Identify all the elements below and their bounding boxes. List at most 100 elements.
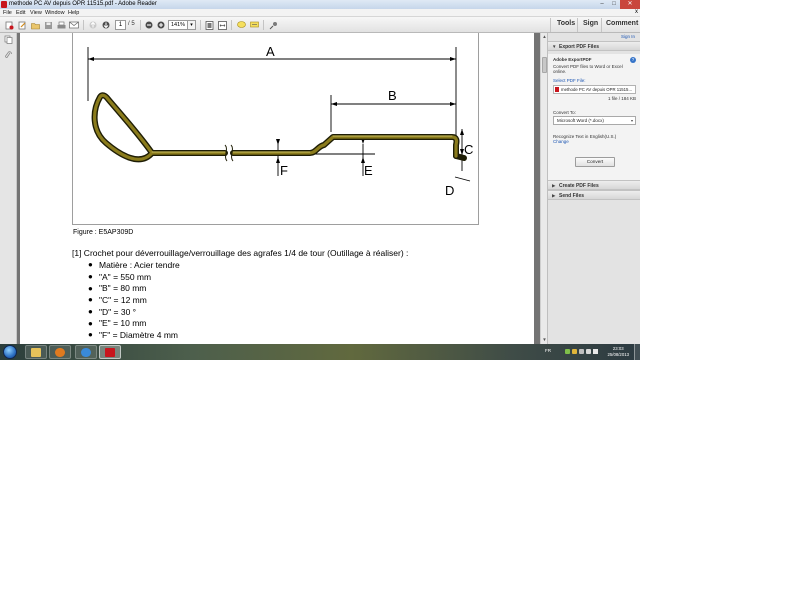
adobe-reader-taskbar-button[interactable] <box>99 345 121 359</box>
menu-edit[interactable]: Edit <box>16 10 25 16</box>
language-indicator[interactable]: FR <box>545 348 551 353</box>
menu-file[interactable]: File <box>3 10 12 16</box>
menu-window[interactable]: Window <box>45 10 65 16</box>
minimize-button[interactable]: – <box>596 0 608 9</box>
document-viewport[interactable]: A B C D E F Figure : E5AP309D [1] Croche… <box>17 33 540 344</box>
system-tray: FR 23:03 25/08/2013 <box>540 344 640 360</box>
media-player-icon <box>55 347 65 357</box>
sign-in-link[interactable]: Sign In <box>621 34 635 39</box>
label-f: F <box>280 163 288 178</box>
close-button[interactable]: ✕ <box>620 0 640 9</box>
window-title: methode PC AV depuis OPR 11515.pdf - Ado… <box>9 1 157 7</box>
comment-icon[interactable] <box>236 20 246 30</box>
menu-view[interactable]: View <box>30 10 42 16</box>
volume-icon[interactable] <box>593 349 598 354</box>
page-thumbnails-icon[interactable] <box>3 35 13 45</box>
zoom-in-icon[interactable] <box>156 20 166 30</box>
figure-caption: Figure : E5AP309D <box>73 229 134 236</box>
title-bar: methode PC AV depuis OPR 11515.pdf - Ado… <box>0 0 640 9</box>
maximize-button[interactable]: □ <box>608 0 620 9</box>
change-language-link[interactable]: Change <box>553 139 569 144</box>
email-icon[interactable] <box>69 20 79 30</box>
toolbar-separator <box>200 20 201 30</box>
close-document-icon[interactable]: x <box>635 9 638 15</box>
menu-help[interactable]: Help <box>68 10 79 16</box>
tab-tools[interactable]: Tools <box>557 20 575 27</box>
adobe-reader-icon <box>1 1 7 8</box>
open-folder-icon[interactable] <box>30 20 40 30</box>
toolbar-separator <box>263 20 264 30</box>
highlight-icon[interactable] <box>249 20 259 30</box>
spec-list: ● Matière : Acier tendre ● "A" = 550 mm ● "… <box>88 259 180 341</box>
export-pdf-header[interactable]: ▼ Export PDF Files <box>548 41 640 51</box>
label-a: A <box>266 44 275 59</box>
edit-icon[interactable] <box>17 20 27 30</box>
vertical-scrollbar[interactable]: ▲ ▼ <box>540 33 547 344</box>
browser-taskbar-button[interactable] <box>75 345 97 359</box>
collapsed-triangle-icon: ▶ <box>552 183 556 188</box>
pdf-file-icon <box>555 87 559 92</box>
browser-icon <box>81 347 91 357</box>
label-b: B <box>388 88 397 103</box>
tab-sign[interactable]: Sign <box>583 20 598 27</box>
selected-file-field[interactable]: methode PC AV depuis OPR 11515... <box>553 85 636 94</box>
create-pdf-header[interactable]: ▶ Create PDF Files <box>548 180 640 190</box>
create-pdf-icon[interactable] <box>4 20 14 30</box>
zoom-out-icon[interactable] <box>144 20 154 30</box>
explorer-taskbar-button[interactable] <box>25 345 47 359</box>
start-button[interactable] <box>3 345 17 359</box>
folder-icon <box>31 347 41 357</box>
chevron-down-icon: ▾ <box>630 118 633 123</box>
help-icon[interactable]: ? <box>630 57 636 63</box>
navigation-pane <box>0 33 17 344</box>
save-icon[interactable] <box>43 20 53 30</box>
device-icon[interactable] <box>579 349 584 354</box>
network-icon[interactable] <box>565 349 570 354</box>
clock[interactable]: 23:03 25/08/2013 <box>607 346 629 358</box>
fit-page-icon[interactable] <box>204 20 214 30</box>
toolbar-separator <box>577 18 578 32</box>
list-item: ● "A" = 550 mm <box>88 271 152 282</box>
next-page-icon[interactable] <box>101 20 111 30</box>
share-icon[interactable] <box>268 20 278 30</box>
window-controls: – □ ✕ <box>596 0 640 9</box>
list-item: ● "C" = 12 mm <box>88 294 147 305</box>
label-e: E <box>364 163 373 178</box>
toolbar-separator <box>231 20 232 30</box>
security-icon[interactable] <box>572 349 577 354</box>
export-description-2: online. <box>553 69 567 74</box>
battery-icon[interactable] <box>586 349 591 354</box>
format-select[interactable]: Microsoft Word (*.docx) ▾ <box>553 116 636 125</box>
break-marks <box>224 144 234 162</box>
list-item: ● "B" = 80 mm <box>88 283 147 294</box>
clock-date: 25/08/2013 <box>607 352 629 357</box>
toolbar: 1 / 5 141% ▾ Tools Sign Comment <box>0 17 640 33</box>
zoom-level-field[interactable]: 141% <box>168 20 188 30</box>
hook-wire <box>91 92 467 163</box>
expanded-triangle-icon: ▼ <box>552 44 557 49</box>
label-d: D <box>445 183 454 198</box>
dimension-line-d <box>454 176 471 182</box>
document-page: A B C D E F Figure : E5AP309D [1] Croche… <box>20 33 534 344</box>
previous-page-icon[interactable] <box>88 20 98 30</box>
page-total: / 5 <box>128 21 135 27</box>
convert-to-label: Convert To: <box>553 110 576 115</box>
select-pdf-label[interactable]: Select PDF File: <box>553 78 586 83</box>
screen: methode PC AV depuis OPR 11515.pdf - Ado… <box>0 0 640 360</box>
send-files-header[interactable]: ▶ Send Files <box>548 190 640 200</box>
attachments-icon[interactable] <box>3 51 13 61</box>
tab-comment[interactable]: Comment <box>606 20 638 27</box>
chevron-down-icon[interactable]: ▾ <box>188 20 196 30</box>
menu-bar: File Edit View Window Help x <box>0 9 640 17</box>
list-item: ● Matière : Acier tendre <box>88 259 180 270</box>
show-desktop-button[interactable] <box>634 344 640 360</box>
page-number-input[interactable]: 1 <box>115 20 126 30</box>
product-name: Adobe ExportPDF <box>553 57 592 62</box>
fit-width-icon[interactable] <box>217 20 227 30</box>
convert-button[interactable]: Convert <box>575 157 615 167</box>
collapsed-triangle-icon: ▶ <box>552 193 556 198</box>
media-player-taskbar-button[interactable] <box>49 345 71 359</box>
item-heading: [1] Crochet pour déverrouillage/verrouil… <box>72 248 409 258</box>
list-item: ● "E" = 10 mm <box>88 318 147 329</box>
print-icon[interactable] <box>56 20 66 30</box>
